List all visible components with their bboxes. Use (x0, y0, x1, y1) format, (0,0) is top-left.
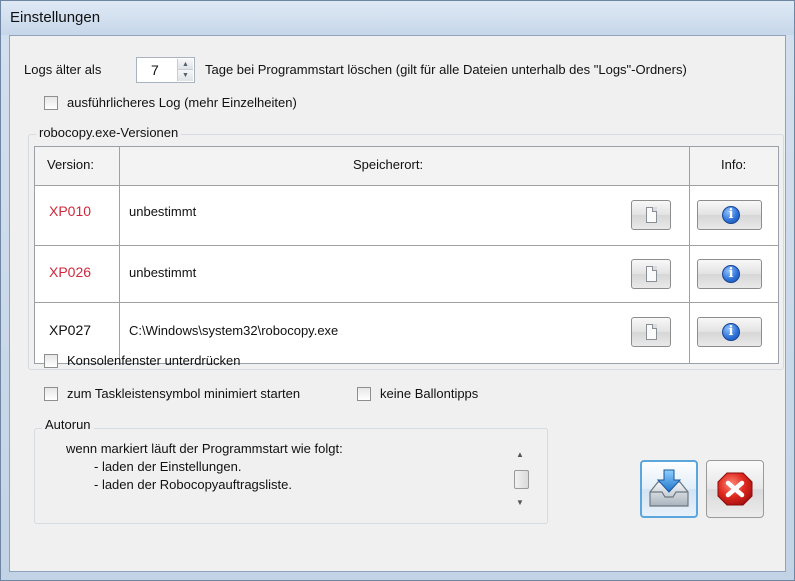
stepper-up-icon[interactable]: ▲ (178, 59, 193, 70)
log-days-value[interactable]: 7 (151, 62, 159, 78)
window-title: Einstellungen (10, 9, 101, 26)
row-divider (35, 302, 778, 303)
close-icon (717, 472, 753, 506)
column-header-location: Speicherort: (353, 157, 424, 172)
versions-table: Version: Speicherort: Info: XP010 unbest… (34, 146, 779, 364)
column-divider (689, 147, 690, 363)
location-cell: unbestimmt (129, 204, 197, 219)
column-divider (119, 147, 120, 363)
info-button[interactable]: i (697, 317, 762, 347)
cancel-button[interactable] (706, 460, 764, 518)
document-icon (646, 207, 657, 223)
version-cell: XP010 (49, 203, 92, 219)
info-button[interactable]: i (697, 200, 762, 230)
save-button[interactable] (640, 460, 698, 518)
column-header-info: Info: (721, 157, 747, 172)
no-balloon-checkbox[interactable] (357, 387, 371, 401)
browse-button[interactable] (631, 200, 671, 230)
row-divider (35, 185, 778, 186)
document-icon (646, 324, 657, 340)
log-days-stepper[interactable]: 7 ▲ ▼ (136, 57, 195, 83)
info-icon: i (722, 206, 740, 224)
verbose-log-checkbox[interactable] (44, 96, 58, 110)
scroll-thumb[interactable] (514, 470, 529, 489)
logs-prefix-label: Logs älter als (24, 62, 102, 77)
verbose-log-label: ausführlicheres Log (mehr Einzelheiten) (67, 95, 297, 110)
settings-panel: Logs älter als 7 ▲ ▼ Tage bei Programmst… (9, 35, 786, 572)
autorun-description: wenn markiert läuft der Programmstart wi… (38, 436, 544, 520)
scroll-up-icon[interactable]: ▲ (516, 450, 524, 459)
document-icon (646, 266, 657, 282)
info-icon: i (722, 265, 740, 283)
column-header-version: Version: (47, 157, 94, 172)
no-balloon-label: keine Ballontipps (380, 386, 479, 401)
stepper-down-icon[interactable]: ▼ (178, 70, 193, 81)
autorun-group-title: Autorun (42, 417, 94, 432)
autorun-line-1: wenn markiert läuft der Programmstart wi… (66, 441, 343, 456)
table-header: Version: Speicherort: Info: (35, 147, 778, 185)
row-divider (35, 245, 778, 246)
title-bar[interactable]: Einstellungen (1, 1, 794, 35)
suppress-console-label: Konsolenfenster unterdrücken (67, 353, 241, 368)
stepper-buttons: ▲ ▼ (177, 59, 193, 81)
autorun-line-2: - laden der Einstellungen. (94, 459, 242, 474)
versions-group-title: robocopy.exe-Versionen (36, 125, 182, 140)
version-cell: XP027 (49, 322, 92, 338)
save-tray-icon (649, 469, 689, 507)
scroll-down-icon[interactable]: ▼ (516, 498, 524, 507)
info-button[interactable]: i (697, 259, 762, 289)
version-cell: XP026 (49, 264, 92, 280)
logs-suffix-label: Tage bei Programmstart löschen (gilt für… (205, 62, 687, 77)
settings-window: Einstellungen Logs älter als 7 ▲ ▼ Tage … (0, 0, 795, 581)
suppress-console-checkbox[interactable] (44, 354, 58, 368)
browse-button[interactable] (631, 259, 671, 289)
start-minimized-checkbox[interactable] (44, 387, 58, 401)
location-cell: C:\Windows\system32\robocopy.exe (129, 323, 339, 338)
autorun-line-3: - laden der Robocopyauftragsliste. (94, 477, 293, 492)
start-minimized-label: zum Taskleistensymbol minimiert starten (67, 386, 301, 401)
autorun-scrollbar[interactable]: ▲ ▼ (513, 442, 530, 514)
browse-button[interactable] (631, 317, 671, 347)
info-icon: i (722, 323, 740, 341)
location-cell: unbestimmt (129, 265, 197, 280)
